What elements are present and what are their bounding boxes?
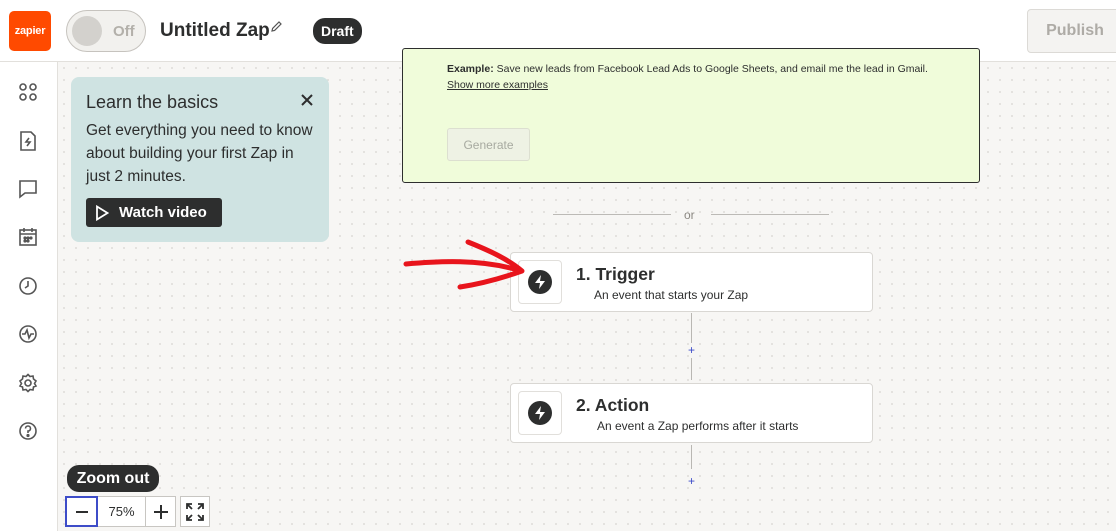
status-badge: Draft bbox=[313, 18, 362, 44]
step-description: An event that starts your Zap bbox=[594, 288, 749, 302]
zoom-controls: 75% bbox=[65, 496, 210, 527]
example-body: Save new leads from Facebook Lead Ads to… bbox=[493, 63, 928, 75]
help-icon[interactable] bbox=[17, 420, 39, 442]
zap-on-off-toggle[interactable]: Off bbox=[66, 10, 146, 52]
settings-icon[interactable] bbox=[17, 372, 39, 394]
step-description: An event a Zap performs after it starts bbox=[597, 419, 799, 433]
example-label: Example: bbox=[447, 63, 494, 75]
zap-title[interactable]: Untitled Zap bbox=[160, 20, 270, 42]
play-icon bbox=[96, 204, 109, 221]
watch-video-button[interactable]: Watch video bbox=[86, 198, 222, 227]
add-step-button[interactable]: + bbox=[687, 344, 696, 356]
zoom-out-tooltip: Zoom out bbox=[67, 465, 159, 492]
zoom-level: 75% bbox=[98, 496, 146, 527]
minus-icon bbox=[75, 510, 88, 513]
zoom-out-button[interactable] bbox=[65, 496, 98, 527]
step-title: 1. Trigger bbox=[576, 264, 655, 284]
expand-icon bbox=[186, 502, 204, 521]
left-sidebar bbox=[0, 62, 58, 531]
connector-line bbox=[691, 445, 692, 469]
ai-prompt-box: Example: Save new leads from Facebook Le… bbox=[402, 48, 980, 183]
connector-line bbox=[691, 313, 692, 343]
zoom-in-button[interactable] bbox=[146, 496, 176, 527]
divider-line-left bbox=[553, 214, 671, 215]
apps-icon[interactable] bbox=[17, 81, 39, 103]
toggle-knob bbox=[72, 16, 102, 46]
edit-pencil-icon[interactable] bbox=[270, 20, 284, 36]
plus-icon bbox=[153, 504, 168, 519]
step-title: 2. Action bbox=[576, 395, 650, 415]
history-icon[interactable] bbox=[17, 275, 39, 297]
toggle-label: Off bbox=[113, 23, 135, 40]
generate-button[interactable]: Generate bbox=[447, 128, 530, 161]
lightning-bolt-icon bbox=[528, 401, 552, 425]
zapier-logo[interactable]: zapier bbox=[9, 11, 51, 51]
learn-card-title: Learn the basics bbox=[86, 92, 219, 112]
publish-button[interactable]: Publish bbox=[1027, 9, 1116, 53]
watch-video-label: Watch video bbox=[119, 204, 207, 221]
example-text: Example: Save new leads from Facebook Le… bbox=[447, 63, 928, 75]
zap-file-icon[interactable] bbox=[17, 130, 39, 152]
add-step-button[interactable]: + bbox=[687, 475, 696, 487]
action-icon-frame bbox=[518, 391, 562, 435]
comment-icon[interactable] bbox=[17, 178, 39, 200]
show-more-examples-link[interactable]: Show more examples bbox=[447, 79, 548, 91]
divider-line-right bbox=[711, 214, 829, 215]
annotation-arrow-icon bbox=[403, 239, 525, 290]
learn-basics-card: Learn the basics Get everything you need… bbox=[71, 77, 329, 242]
connector-line bbox=[691, 358, 692, 380]
trigger-step-card[interactable]: 1. Trigger An event that starts your Zap bbox=[510, 252, 873, 312]
action-step-card[interactable]: 2. Action An event a Zap performs after … bbox=[510, 383, 873, 443]
learn-card-body: Get everything you need to know about bu… bbox=[86, 122, 313, 185]
fit-to-screen-button[interactable] bbox=[180, 496, 210, 527]
calendar-icon[interactable] bbox=[17, 226, 39, 248]
close-icon[interactable] bbox=[297, 91, 317, 111]
divider-or-text: or bbox=[684, 208, 695, 222]
activity-icon[interactable] bbox=[17, 323, 39, 345]
